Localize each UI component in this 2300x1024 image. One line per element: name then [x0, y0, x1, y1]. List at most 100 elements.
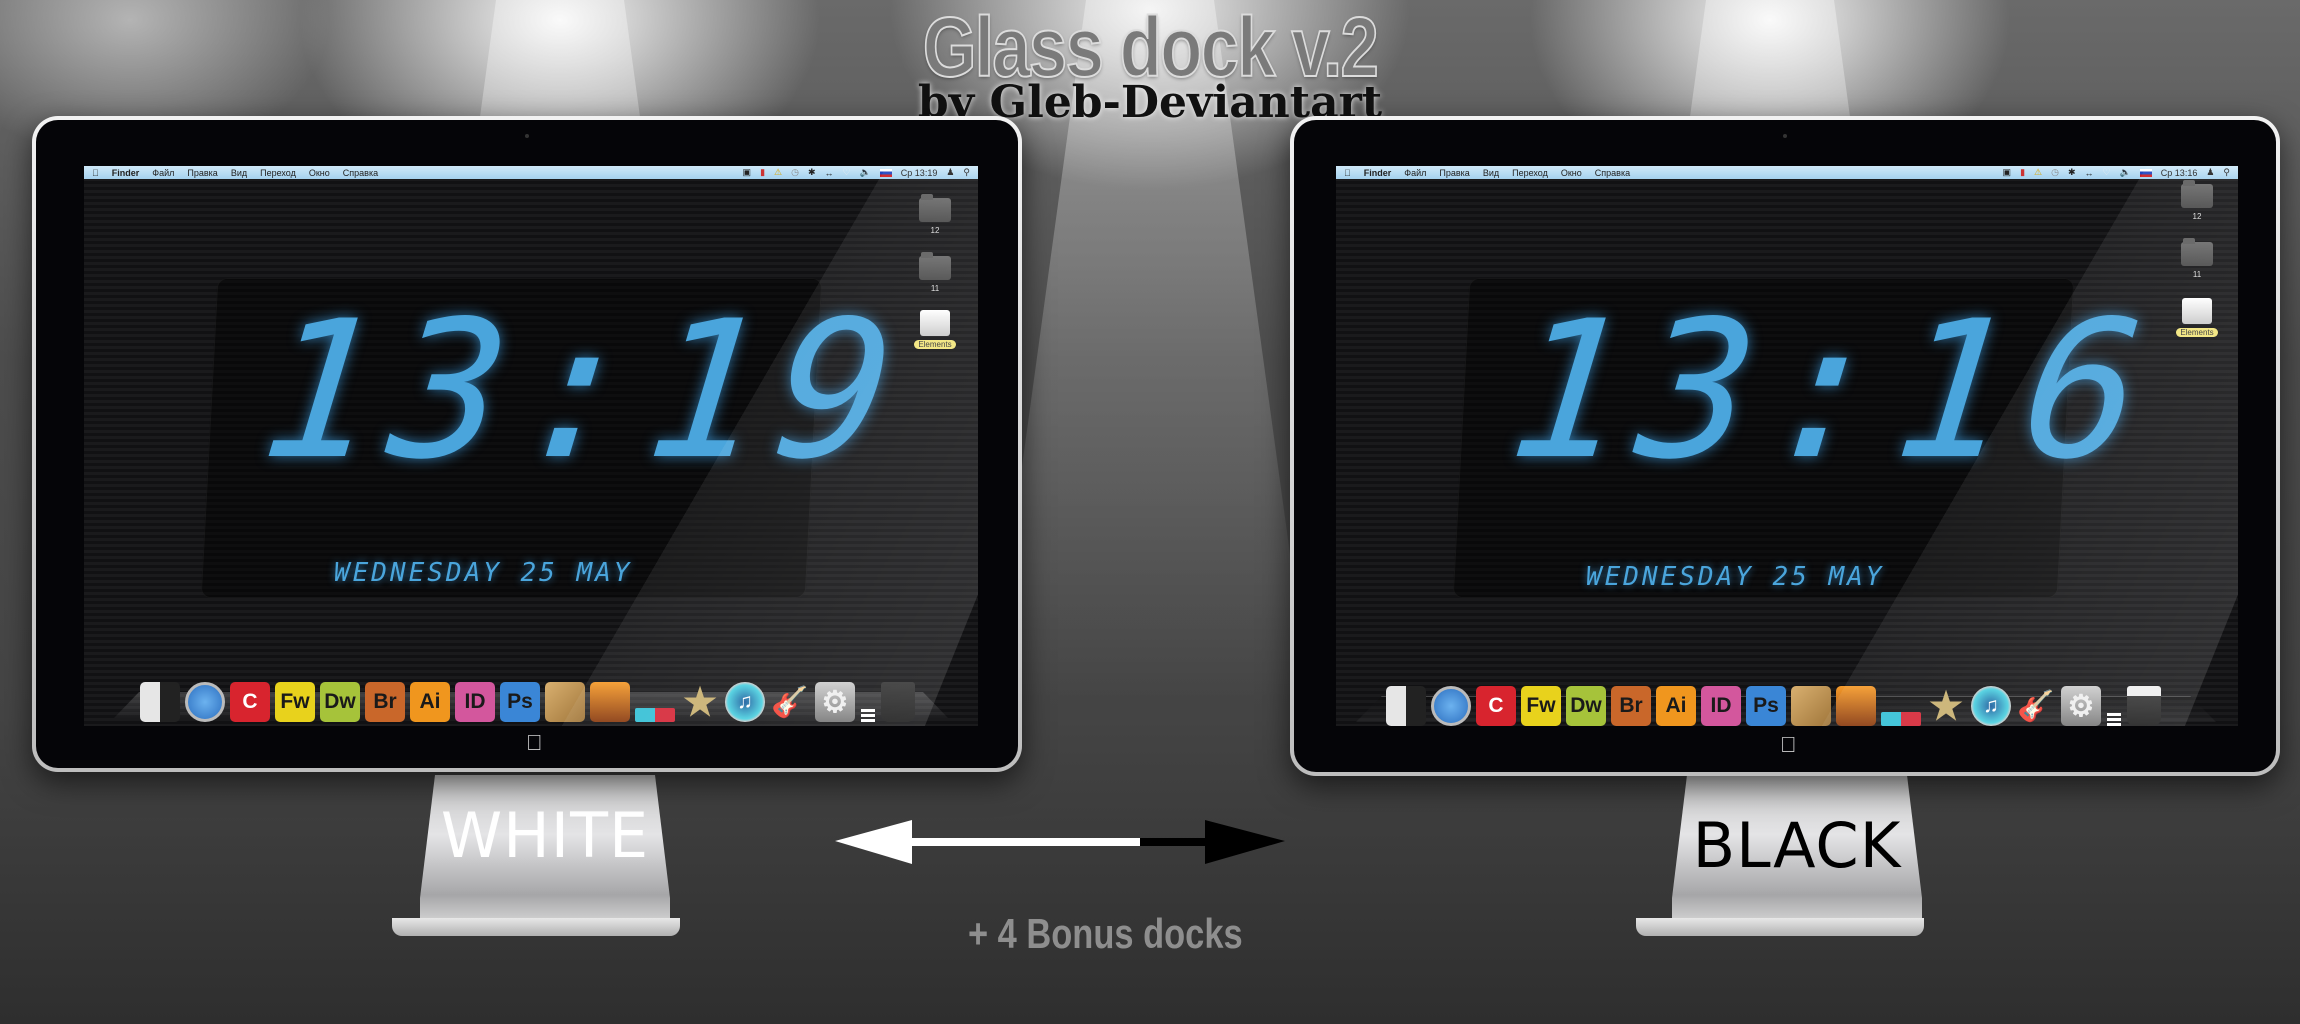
dock-item-system-preferences[interactable]: ⚙: [2061, 686, 2101, 726]
dock-item-br[interactable]: Br: [365, 682, 405, 722]
desktop-item-folder[interactable]: 12: [2172, 180, 2222, 221]
menu-item-finder[interactable]: Finder: [1364, 168, 1392, 178]
user-icon[interactable]: ♟: [946, 167, 954, 178]
battery-bars-icon[interactable]: ▮: [2020, 167, 2025, 178]
dock-item-garageband[interactable]: 🎸: [770, 682, 810, 722]
folder-icon: [2181, 238, 2213, 266]
sync-icon[interactable]: ↔: [2085, 168, 2094, 178]
desktop-screen:  Finder Файл Правка Вид Переход Окно Сп…: [84, 166, 978, 726]
warning-icon[interactable]: ⚠: [2034, 167, 2042, 178]
desktop-item-label: 12: [2192, 212, 2202, 221]
menu-bar:  Finder Файл Правка Вид Переход Окно Сп…: [84, 166, 978, 179]
dock-item-garageband[interactable]: 🎸: [2016, 686, 2056, 726]
stand-base: [392, 918, 680, 936]
dock-item-coda[interactable]: C: [1476, 686, 1516, 726]
dock-item-ps[interactable]: Ps: [500, 682, 540, 722]
dock-item-iphoto[interactable]: [1836, 686, 1876, 726]
menu-item-file[interactable]: Файл: [152, 168, 174, 178]
desktop-item-drive[interactable]: Elements: [2172, 298, 2222, 337]
menu-item-edit[interactable]: Правка: [1439, 168, 1469, 178]
bonus-docks-text: + 4 Bonus docks: [968, 910, 1243, 957]
desktop-item-folder[interactable]: 11: [910, 252, 960, 293]
dock-item-id[interactable]: ID: [1701, 686, 1741, 726]
dock-item-imovie[interactable]: ★: [680, 682, 720, 724]
menu-item-view[interactable]: Вид: [231, 168, 247, 178]
spotlight-icon[interactable]: ⚲: [963, 167, 970, 178]
dock-item-trash[interactable]: [881, 682, 915, 722]
desktop-item-folder[interactable]: 11: [2172, 238, 2222, 279]
spotlight-icon[interactable]: ⚲: [2223, 167, 2230, 178]
menu-item-go[interactable]: Переход: [1512, 168, 1548, 178]
dock-item-iphoto[interactable]: [590, 682, 630, 722]
warning-icon[interactable]: ⚠: [774, 167, 782, 178]
menu-item-window[interactable]: Окно: [309, 168, 330, 178]
dock-item-itunes[interactable]: ♫: [1971, 686, 2011, 726]
clock-date: WEDNESDAY 25 MAY: [334, 558, 633, 588]
dock-item-id[interactable]: ID: [455, 682, 495, 722]
dock-item-dw[interactable]: Dw: [320, 682, 360, 722]
menubar-clock[interactable]: Ср 13:19: [901, 168, 938, 178]
apple-menu-icon[interactable]: : [1344, 168, 1351, 178]
wifi-icon[interactable]: ♡: [2103, 167, 2111, 178]
sync-icon[interactable]: ↔: [825, 168, 834, 178]
dock-item-fw[interactable]: Fw: [1521, 686, 1561, 726]
dock-item-pixelmator[interactable]: [1791, 686, 1831, 726]
time-machine-icon[interactable]: ◷: [2051, 167, 2059, 178]
battery-bars-icon[interactable]: ▮: [760, 167, 765, 178]
dock-item-br[interactable]: Br: [1611, 686, 1651, 726]
menu-bar:  Finder Файл Правка Вид Переход Окно Сп…: [1336, 166, 2238, 179]
folder-icon: [919, 194, 951, 222]
dock-item-trash-full[interactable]: [2127, 686, 2161, 726]
dock-item-stack[interactable]: [2106, 686, 2122, 726]
screen-icon[interactable]: ▣: [2003, 167, 2012, 178]
russian-flag-icon[interactable]: [879, 168, 892, 177]
dock-item-finder[interactable]: [1386, 686, 1426, 726]
menubar-clock[interactable]: Ср 13:16: [2161, 168, 2198, 178]
menu-item-file[interactable]: Файл: [1404, 168, 1426, 178]
menu-item-go[interactable]: Переход: [260, 168, 296, 178]
dock-item-coda[interactable]: C: [230, 682, 270, 722]
desktop-item-label: 11: [930, 284, 940, 293]
monitor-white:  Finder Файл Правка Вид Переход Окно Сп…: [32, 116, 1022, 772]
screen-icon[interactable]: ▣: [743, 167, 752, 178]
dock-item-pixelmator[interactable]: [545, 682, 585, 722]
desktop-item-folder[interactable]: 12: [910, 194, 960, 235]
dock-item-dw[interactable]: Dw: [1566, 686, 1606, 726]
menu-item-window[interactable]: Окно: [1561, 168, 1582, 178]
dock-item-stack[interactable]: [860, 682, 876, 722]
dock-item-fw[interactable]: Fw: [275, 682, 315, 722]
apple-menu-icon[interactable]: : [92, 168, 99, 178]
time-machine-icon[interactable]: ◷: [791, 167, 799, 178]
dock-item-3d-glasses[interactable]: [635, 708, 675, 722]
dock-item-imovie[interactable]: ★: [1926, 686, 1966, 727]
stand-label-white: WHITE: [440, 799, 650, 872]
dock: C Fw Dw Br Ai ID Ps ★ ♫ 🎸 ⚙: [1386, 668, 2161, 726]
wifi-icon[interactable]: ♡: [843, 167, 851, 178]
dock-item-itunes[interactable]: ♫: [725, 682, 765, 722]
menu-item-finder[interactable]: Finder: [112, 168, 140, 178]
desktop-item-drive[interactable]: Elements: [910, 310, 960, 349]
menu-item-edit[interactable]: Правка: [187, 168, 217, 178]
menu-item-help[interactable]: Справка: [1595, 168, 1630, 178]
user-icon[interactable]: ♟: [2206, 167, 2214, 178]
monitor-stand-black: BLACK: [1672, 775, 1922, 925]
external-drive-icon: [920, 310, 950, 336]
dock-item-ai[interactable]: Ai: [1656, 686, 1696, 726]
dock-item-safari[interactable]: [185, 682, 225, 722]
clock-date: WEDNESDAY 25 MAY: [1586, 562, 1885, 592]
menu-item-help[interactable]: Справка: [343, 168, 378, 178]
dock-item-ai[interactable]: Ai: [410, 682, 450, 722]
dock-item-finder[interactable]: [140, 682, 180, 722]
dock-item-3d-glasses[interactable]: [1881, 712, 1921, 726]
volume-icon[interactable]: 🔈: [860, 167, 871, 178]
apple-logo-icon: : [526, 730, 543, 756]
bluetooth-icon[interactable]: ✱: [808, 167, 816, 178]
bluetooth-icon[interactable]: ✱: [2068, 167, 2076, 178]
dock-item-system-preferences[interactable]: ⚙: [815, 682, 855, 722]
russian-flag-icon[interactable]: [2139, 168, 2152, 177]
dock-item-safari[interactable]: [1431, 686, 1471, 726]
menu-item-view[interactable]: Вид: [1483, 168, 1499, 178]
volume-icon[interactable]: 🔈: [2120, 167, 2131, 178]
dock-item-ps[interactable]: Ps: [1746, 686, 1786, 726]
camera: [525, 134, 529, 138]
